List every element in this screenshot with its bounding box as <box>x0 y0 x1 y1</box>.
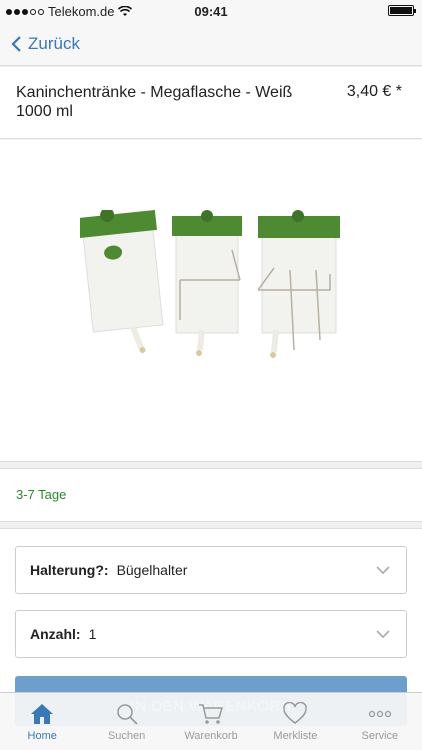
delivery-time: 3-7 Tage <box>16 487 67 502</box>
cart-icon <box>199 704 224 724</box>
delivery-info: 3-7 Tage <box>0 468 422 522</box>
product-price: 3,40 € * <box>346 83 402 100</box>
tab-service[interactable]: Service <box>338 693 422 750</box>
chevron-down-icon <box>376 630 390 639</box>
tab-label: Merkliste <box>273 730 318 742</box>
tab-search[interactable]: Suchen <box>84 693 168 750</box>
status-bar: Telekom.de 09:41 <box>0 0 422 22</box>
tab-bar: Home Suchen Warenkorb Merkliste Service <box>0 692 422 750</box>
product-title: Kaninchentränke - Megaflasche - Weiß 100… <box>16 84 293 120</box>
tab-home[interactable]: Home <box>0 693 84 750</box>
halterung-label: Halterung?: <box>30 562 109 578</box>
chevron-down-icon <box>376 566 390 575</box>
product-image[interactable] <box>80 210 344 365</box>
tab-label: Suchen <box>107 730 146 742</box>
product-image-area <box>0 140 422 462</box>
halterung-value: Bügelhalter <box>116 562 188 578</box>
anzahl-select[interactable]: Anzahl: 1 <box>15 610 407 658</box>
tab-label: Home <box>27 730 57 742</box>
anzahl-label: Anzahl: <box>30 626 81 642</box>
home-icon <box>31 704 54 724</box>
tab-cart[interactable]: Warenkorb <box>169 693 253 750</box>
battery-icon <box>388 5 416 16</box>
tab-label: Warenkorb <box>184 730 238 742</box>
tab-wishlist[interactable]: Merkliste <box>253 693 337 750</box>
back-button[interactable]: Zurück <box>0 34 80 54</box>
navigation-bar: Zurück <box>0 22 422 66</box>
clock: 09:41 <box>194 4 228 19</box>
chevron-left-icon <box>11 35 21 52</box>
heart-icon <box>283 702 308 724</box>
more-icon <box>368 710 391 718</box>
product-header: Kaninchentränke - Megaflasche - Weiß 100… <box>0 67 422 139</box>
halterung-select[interactable]: Halterung?: Bügelhalter <box>15 546 407 594</box>
anzahl-value: 1 <box>88 626 97 642</box>
search-icon <box>116 704 138 725</box>
tab-label: Service <box>361 730 399 742</box>
back-label: Zurück <box>28 33 80 53</box>
